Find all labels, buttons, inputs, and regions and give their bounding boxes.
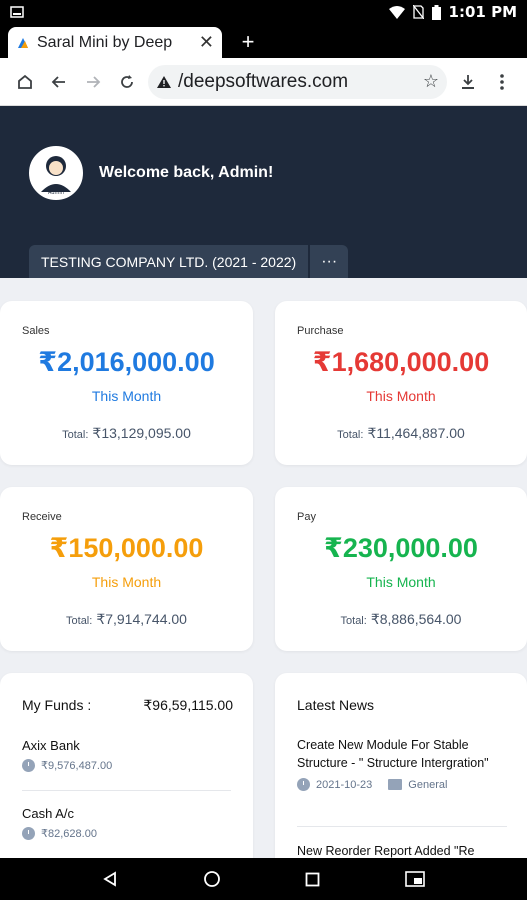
clock-time: 1:01 PM (448, 3, 517, 21)
bookmark-star-icon[interactable]: ☆ (423, 71, 439, 92)
forward-icon[interactable] (76, 65, 110, 99)
screen-cast-icon[interactable] (404, 871, 425, 887)
funds-card: My Funds : ₹96,59,115.00 Axix Bank ₹9,57… (0, 673, 253, 873)
card-amount: ₹150,000.00 (49, 533, 204, 563)
browser-menu-icon[interactable] (485, 65, 519, 99)
tab-strip: Saral Mini by Deep ✕ + (0, 24, 527, 58)
card-period: This Month (366, 388, 436, 404)
company-selector[interactable]: TESTING COMPANY LTD. (2021 - 2022) ··· (29, 245, 349, 278)
card-label: Sales (22, 325, 50, 337)
status-bar: 1:01 PM (0, 0, 527, 24)
card-label: Receive (22, 511, 62, 523)
card-label: Purchase (297, 325, 344, 337)
card-total: Total: ₹8,886,564.00 (340, 611, 462, 627)
home-circle-icon[interactable] (203, 870, 221, 888)
company-name[interactable]: TESTING COMPANY LTD. (2021 - 2022) (29, 245, 309, 278)
tab-close-icon[interactable]: ✕ (199, 32, 214, 53)
url-text: /deepsoftwares.com (178, 70, 349, 92)
card-amount: ₹2,016,000.00 (38, 347, 215, 377)
clock-icon (22, 827, 35, 840)
no-sim-icon (412, 5, 424, 19)
fund-name: Axix Bank (22, 738, 80, 753)
receive-card[interactable]: Receive ₹150,000.00 This Month Total: ₹7,… (0, 487, 253, 651)
card-total: Total: ₹11,464,887.00 (337, 425, 465, 441)
card-period: This Month (91, 388, 162, 404)
site-favicon-icon (18, 37, 28, 48)
funds-title: My Funds : (22, 697, 92, 713)
sales-card[interactable]: Sales ₹2,016,000.00 This Month Total: ₹13… (0, 301, 253, 465)
avatar[interactable]: Admin (29, 146, 83, 200)
list-item[interactable]: Axix Bank ₹9,576,487.00 (22, 738, 231, 772)
recents-square-icon[interactable] (305, 872, 320, 887)
card-total: Total: ₹13,129,095.00 (62, 425, 191, 441)
battery-icon (431, 4, 441, 20)
card-label: Pay (297, 511, 316, 523)
back-icon[interactable] (42, 65, 76, 99)
more-options-icon[interactable]: ··· (310, 245, 349, 278)
fund-balance: ₹82,628.00 (41, 828, 97, 840)
svg-text:Admin: Admin (48, 190, 64, 196)
card-total: Total: ₹7,914,744.00 (66, 611, 187, 627)
news-category: General (408, 778, 448, 791)
home-icon[interactable] (8, 65, 42, 99)
news-headline: Create New Module For Stable Structure -… (297, 738, 489, 770)
screenshot-notification-icon (10, 6, 24, 18)
download-icon[interactable] (451, 65, 485, 99)
divider (297, 826, 507, 827)
card-amount: ₹230,000.00 (324, 533, 478, 563)
welcome-message: Welcome back, Admin! (99, 164, 274, 181)
news-card: Latest News Create New Module For Stable… (275, 673, 527, 873)
browser-tab[interactable]: Saral Mini by Deep ✕ (8, 27, 222, 58)
wifi-icon (388, 5, 405, 19)
android-nav-bar (0, 858, 527, 900)
card-amount: ₹1,680,000.00 (312, 347, 490, 377)
purchase-card[interactable]: Purchase ₹1,680,000.00 This Month Total:… (275, 301, 527, 465)
news-date: 2021-10-23 (316, 778, 373, 791)
fund-name: Cash A/c (22, 806, 75, 821)
funds-header: My Funds : ₹96,59,115.00 (22, 697, 233, 714)
clock-icon (297, 778, 310, 791)
fund-balance: ₹9,576,487.00 (41, 760, 113, 772)
not-secure-icon (157, 75, 171, 88)
dashboard-header: Admin Welcome back, Admin! TESTING COMPA… (0, 106, 527, 278)
news-title: Latest News (297, 697, 375, 713)
card-period: This Month (366, 574, 436, 590)
address-bar[interactable]: /deepsoftwares.com ☆ (148, 64, 447, 99)
clock-icon (22, 759, 35, 772)
new-tab-icon[interactable]: + (236, 29, 260, 55)
browser-toolbar: /deepsoftwares.com ☆ (0, 58, 527, 106)
tab-title: Saral Mini by Deep (37, 33, 173, 51)
pay-card[interactable]: Pay ₹230,000.00 This Month Total: ₹8,886,… (275, 487, 527, 651)
card-period: This Month (91, 574, 162, 590)
news-item[interactable]: Create New Module For Stable Structure -… (297, 736, 507, 791)
funds-total: ₹96,59,115.00 (143, 697, 233, 713)
category-icon (388, 779, 403, 790)
back-triangle-icon[interactable] (102, 871, 118, 887)
list-item[interactable]: Cash A/c ₹82,628.00 (22, 806, 231, 840)
reload-icon[interactable] (110, 65, 144, 99)
divider (22, 790, 231, 791)
